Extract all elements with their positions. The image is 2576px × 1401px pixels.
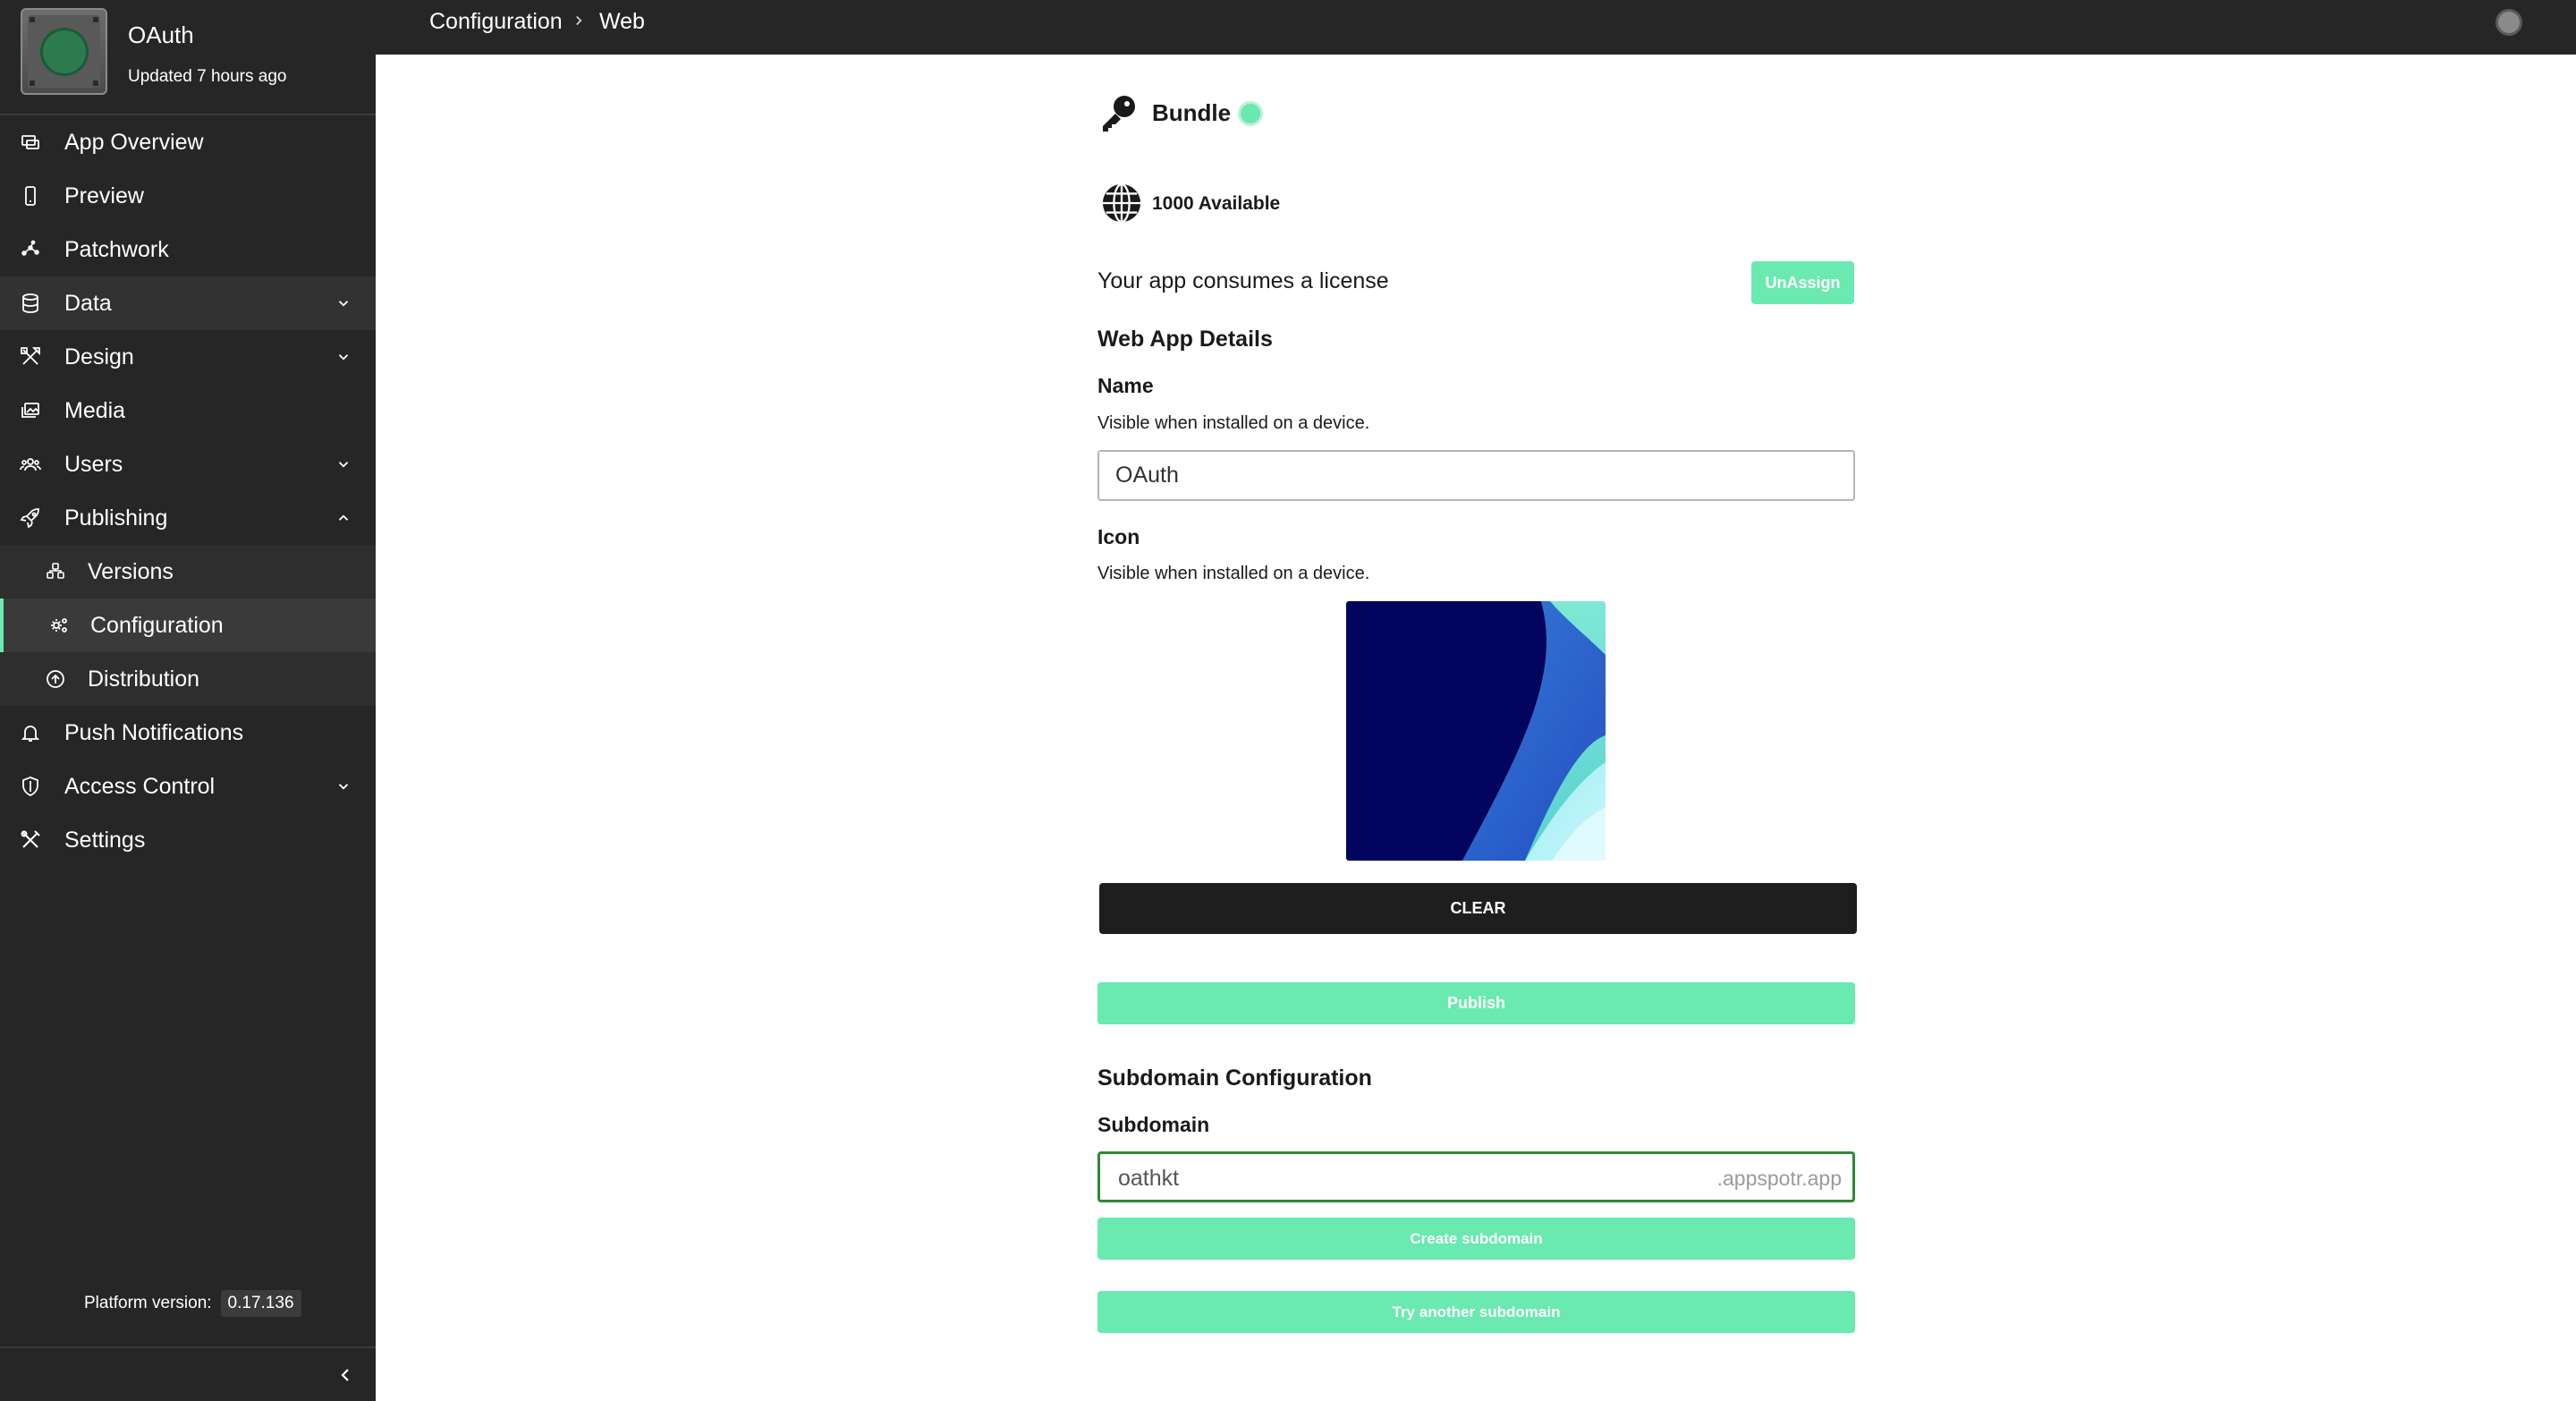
sidebar-item-label: Patchwork [64, 236, 169, 262]
try-another-subdomain-button[interactable]: Try another subdomain [1097, 1291, 1855, 1333]
sidebar-item-label: Users [64, 451, 123, 477]
name-help-text: Visible when installed on a device. [1097, 413, 1370, 433]
sidebar-item-label: Settings [64, 827, 146, 853]
breadcrumb-configuration[interactable]: Configuration [429, 9, 563, 35]
sidebar-item-label: App Overview [64, 129, 204, 155]
sidebar-item-access-control[interactable]: Access Control [0, 760, 376, 813]
sidebar-item-settings[interactable]: Settings [0, 813, 376, 867]
platform-version-label: Platform version: [84, 1294, 212, 1312]
subdomain-value: oathkt [1118, 1166, 1180, 1191]
sidebar-item-label: Media [64, 397, 126, 423]
app-name-input[interactable]: OAuth [1097, 450, 1855, 501]
icon-help-text: Visible when installed on a device. [1097, 564, 1370, 583]
name-label: Name [1097, 374, 1154, 397]
topbar: Configuration Web [376, 0, 2576, 55]
sidebar-collapse-bar [0, 1346, 376, 1401]
main-content: Bundle 1000 Available Your app consumes … [376, 55, 2576, 1401]
sidebar-item-versions[interactable]: Versions [0, 545, 376, 599]
sidebar-item-media[interactable]: Media [0, 384, 376, 437]
bundle-status-dot [1238, 101, 1263, 126]
media-icon [20, 400, 41, 421]
sidebar-nav: App Overview Preview Patchwork Data Desi… [0, 115, 376, 867]
sidebar-item-label: Publishing [64, 505, 168, 531]
clear-icon-button[interactable]: CLEAR [1099, 883, 1857, 934]
platform-version: Platform version: 0.17.136 [84, 1290, 301, 1317]
key-icon [1097, 92, 1140, 135]
licenses-available: 1000 Available [1152, 193, 1281, 214]
create-subdomain-button[interactable]: Create subdomain [1097, 1218, 1855, 1260]
sidebar-item-configuration[interactable]: Configuration [0, 599, 376, 652]
platform-version-value: 0.17.136 [220, 1290, 301, 1317]
sidebar-item-label: Push Notifications [64, 719, 244, 745]
users-icon [20, 454, 41, 475]
sidebar-item-data[interactable]: Data [0, 276, 376, 330]
upload-icon [45, 668, 66, 690]
sidebar-item-preview[interactable]: Preview [0, 169, 376, 223]
chevron-down-icon [335, 777, 352, 795]
database-icon [20, 293, 41, 314]
chevron-up-icon [335, 509, 352, 527]
web-app-details-heading: Web App Details [1097, 327, 1273, 352]
versions-icon [45, 561, 66, 582]
sidebar-item-distribution[interactable]: Distribution [0, 652, 376, 706]
sidebar-item-users[interactable]: Users [0, 437, 376, 491]
license-message: Your app consumes a license [1097, 268, 1389, 293]
subdomain-input[interactable]: oathkt .appspotr.app [1097, 1151, 1855, 1202]
sidebar-item-patchwork[interactable]: Patchwork [0, 223, 376, 276]
gear-icon [48, 615, 70, 636]
chevron-down-icon [335, 348, 352, 366]
status-indicator[interactable] [2496, 9, 2522, 36]
bell-icon [20, 722, 41, 743]
subdomain-suffix: .appspotr.app [1716, 1167, 1842, 1190]
sidebar-item-push-notifications[interactable]: Push Notifications [0, 706, 376, 760]
sidebar-item-publishing[interactable]: Publishing [0, 491, 376, 545]
nodes-icon [20, 239, 41, 260]
app-name: OAuth [128, 21, 194, 48]
chevron-down-icon [335, 294, 352, 312]
app-updated-time: Updated 7 hours ago [128, 67, 287, 86]
rocket-icon [20, 507, 41, 529]
sidebar-item-label: Data [64, 290, 112, 316]
chevron-down-icon [335, 455, 352, 473]
chevron-left-icon[interactable] [335, 1364, 356, 1386]
publish-button[interactable]: Publish [1097, 982, 1855, 1024]
shield-icon [20, 776, 41, 797]
sidebar-item-label: Preview [64, 183, 144, 208]
icon-label: Icon [1097, 525, 1140, 548]
design-tools-icon [20, 346, 41, 368]
app-logo [21, 8, 107, 95]
app-header: OAuth Updated 7 hours ago [0, 0, 376, 115]
globe-icon [1101, 183, 1142, 224]
breadcrumb-web: Web [599, 9, 645, 34]
bundle-title: Bundle [1152, 99, 1232, 126]
sidebar-item-design[interactable]: Design [0, 330, 376, 384]
subdomain-config-heading: Subdomain Configuration [1097, 1066, 1372, 1091]
sidebar-item-label: Configuration [90, 612, 224, 638]
subdomain-label: Subdomain [1097, 1113, 1210, 1136]
tools-icon [20, 829, 41, 851]
phone-icon [20, 185, 41, 207]
unassign-button[interactable]: UnAssign [1751, 261, 1854, 304]
overview-icon [20, 132, 41, 153]
chevron-right-icon [571, 13, 587, 29]
sidebar-item-app-overview[interactable]: App Overview [0, 115, 376, 169]
app-icon-preview[interactable] [1346, 601, 1606, 861]
sidebar-item-label: Distribution [88, 666, 200, 692]
sidebar-item-label: Design [64, 344, 134, 369]
sidebar: OAuth Updated 7 hours ago App Overview P… [0, 0, 376, 1401]
sidebar-item-label: Versions [88, 558, 174, 584]
sidebar-item-label: Access Control [64, 773, 216, 799]
